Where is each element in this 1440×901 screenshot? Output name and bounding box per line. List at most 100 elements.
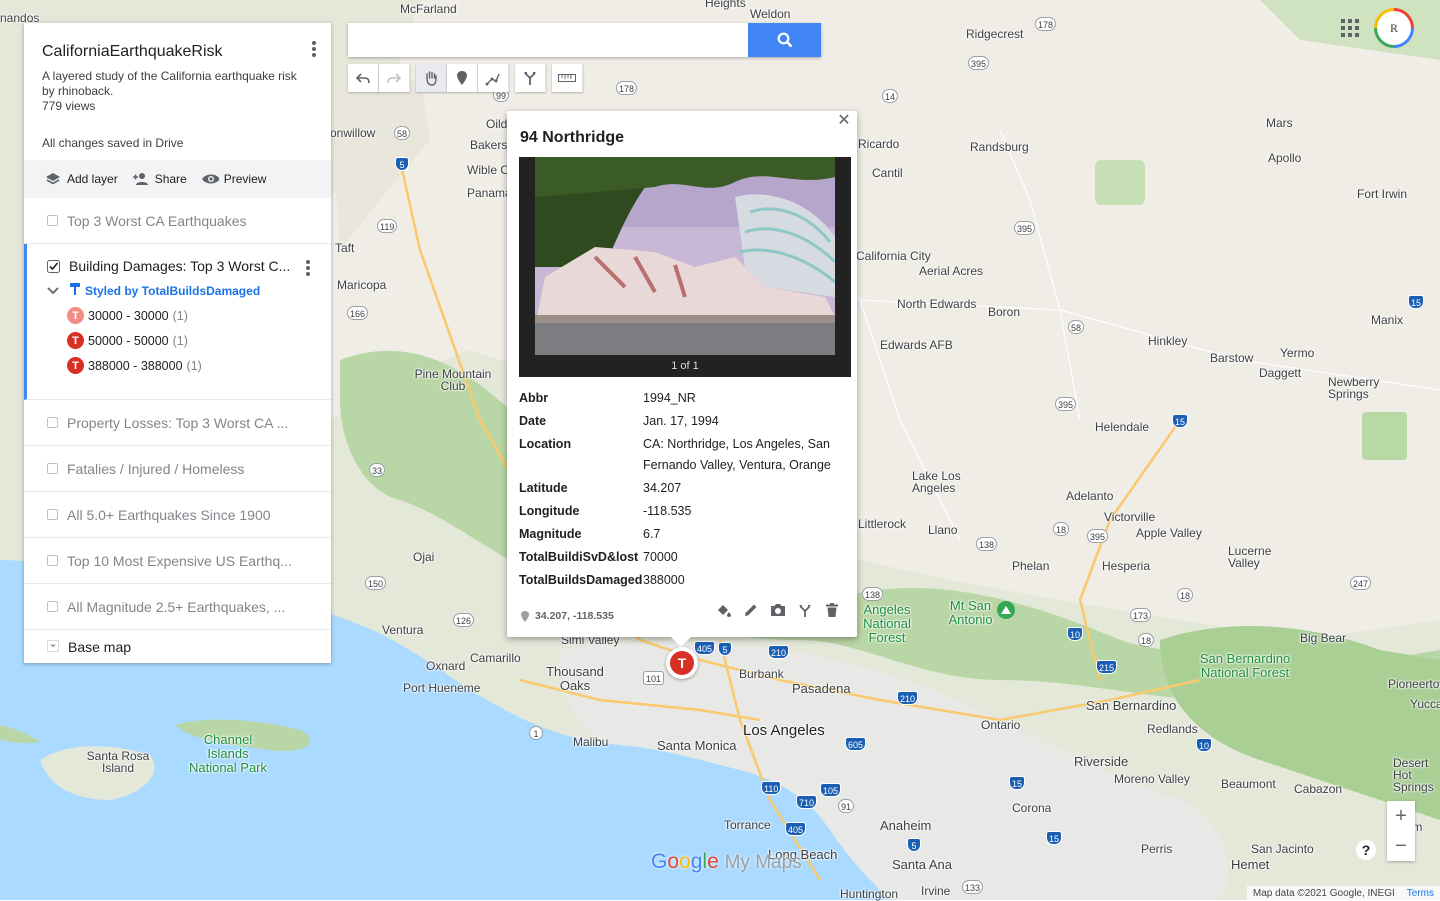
search-input[interactable] <box>356 23 750 57</box>
layer-item[interactable]: Fatalies / Injured / Homeless <box>24 446 331 492</box>
property-value[interactable]: 388000 <box>643 570 849 591</box>
layer-name[interactable]: Building Damages: Top 3 Worst C... <box>69 258 290 274</box>
camera-icon <box>770 604 785 616</box>
map-label-city: Anaheim <box>880 818 932 833</box>
caret-down-icon[interactable] <box>47 639 59 655</box>
map-title[interactable]: CaliforniaEarthquakeRisk <box>42 43 313 61</box>
feature-title[interactable]: 94 Northridge <box>520 129 624 147</box>
layer-name[interactable]: Top 10 Most Expensive US Earthq... <box>67 553 292 569</box>
preview-button[interactable]: Preview <box>201 172 266 186</box>
layer-checkbox-checked[interactable] <box>47 259 60 273</box>
map-label-city: Santa Monica <box>657 738 737 753</box>
property-value[interactable]: CA: Northridge, Los Angeles, San Fernand… <box>643 434 849 476</box>
map-label-city: Redlands <box>1147 722 1198 736</box>
layer-checkbox[interactable] <box>47 555 58 566</box>
layer-checkbox[interactable] <box>47 463 58 474</box>
feature-properties: Abbr 1994_NR Date Jan. 17, 1994 Location CA… <box>519 388 849 593</box>
location-pin-icon <box>521 610 529 622</box>
map-label-city: Apple Valley <box>1136 526 1202 540</box>
map-label-city: Lucerne Valley <box>1228 544 1272 570</box>
delete-button[interactable] <box>818 600 845 620</box>
route-shield: 14 <box>882 89 899 103</box>
measure-button[interactable] <box>552 64 583 92</box>
layers-icon <box>44 172 62 186</box>
zoom-out-button[interactable]: − <box>1387 831 1415 861</box>
layer-name[interactable]: All 5.0+ Earthquakes Since 1900 <box>67 507 271 523</box>
add-layer-button[interactable]: Add layer <box>44 172 118 186</box>
property-value[interactable]: 34.207 <box>643 478 849 499</box>
add-marker-button[interactable] <box>447 64 478 92</box>
layer-checkbox[interactable] <box>47 601 58 612</box>
layer-item[interactable]: All Magnitude 2.5+ Earthquakes, ... <box>24 584 331 630</box>
route-shield: 405 <box>694 641 716 655</box>
add-photo-button[interactable] <box>764 600 791 620</box>
route-shield: 126 <box>453 613 475 627</box>
route-shield: 58 <box>1068 320 1085 334</box>
map-label-city: Victorville <box>1104 510 1156 524</box>
add-person-icon <box>132 172 150 186</box>
terms-link[interactable]: Terms <box>1407 888 1434 899</box>
style-button[interactable] <box>710 600 737 620</box>
legend-item[interactable]: T 30000 - 30000 (1) <box>47 307 331 324</box>
property-value[interactable]: -118.535 <box>643 501 849 522</box>
route-shield: 395 <box>1055 397 1077 411</box>
layer-checkbox[interactable] <box>47 509 58 520</box>
mountain-icon <box>997 601 1015 619</box>
layer-item[interactable]: Property Losses: Top 3 Worst CA ... <box>24 400 331 446</box>
share-button[interactable]: Share <box>132 172 187 186</box>
help-icon[interactable]: ? <box>1356 840 1376 860</box>
layer-style-link[interactable]: Styled by TotalBuildsDamaged <box>47 282 331 299</box>
map-label-city: Taft <box>335 241 355 255</box>
layer-checkbox[interactable] <box>47 417 58 428</box>
close-icon[interactable]: ✕ <box>835 112 853 130</box>
base-map-toggle[interactable]: Base map <box>24 630 331 663</box>
map-label-park: Angeles National Forest <box>863 602 911 645</box>
layer-name[interactable]: Top 3 Worst CA Earthquakes <box>67 213 247 229</box>
search-icon <box>777 32 792 48</box>
account-avatar[interactable]: R <box>1374 8 1414 48</box>
photo-viewer[interactable]: 1 of 1 <box>519 157 851 377</box>
property-value[interactable]: 70000 <box>643 547 849 568</box>
add-layer-label: Add layer <box>67 172 118 186</box>
route-shield: 710 <box>796 795 818 809</box>
edit-button[interactable] <box>737 600 764 620</box>
layer-options-kebab-icon[interactable] <box>305 260 311 278</box>
feature-photo[interactable] <box>535 157 835 355</box>
map-label-city: Phelan <box>1012 559 1050 573</box>
selected-feature-marker[interactable]: T <box>666 647 698 679</box>
search-button[interactable] <box>748 23 821 57</box>
draw-line-button[interactable] <box>478 64 509 92</box>
layer-checkbox[interactable] <box>47 215 58 226</box>
apps-grid-icon[interactable] <box>1341 19 1359 37</box>
map-label-city: Camarillo <box>470 651 521 665</box>
property-value[interactable]: 1994_NR <box>643 388 849 409</box>
route-shield: 395 <box>1014 221 1036 235</box>
map-label-city: Cabazon <box>1294 782 1343 796</box>
redo-button[interactable] <box>379 64 410 92</box>
layer-item[interactable]: Top 3 Worst CA Earthquakes <box>24 198 331 244</box>
map-options-kebab-icon[interactable] <box>309 41 319 59</box>
layer-item[interactable]: Top 10 Most Expensive US Earthq... <box>24 538 331 584</box>
pan-hand-button[interactable] <box>416 64 447 92</box>
route-shield: 58 <box>394 126 411 140</box>
undo-button[interactable] <box>348 64 379 92</box>
chevron-down-icon[interactable] <box>47 284 59 298</box>
layer-name[interactable]: All Magnitude 2.5+ Earthquakes, ... <box>67 599 285 615</box>
property-value[interactable]: 6.7 <box>643 524 849 545</box>
layer-item[interactable]: All 5.0+ Earthquakes Since 1900 <box>24 492 331 538</box>
layer-name[interactable]: Property Losses: Top 3 Worst CA ... <box>67 415 288 431</box>
layer-item-active[interactable]: Building Damages: Top 3 Worst C... Style… <box>24 244 331 400</box>
zoom-in-button[interactable]: + <box>1387 801 1415 831</box>
map-label-city: San Jacinto <box>1251 842 1314 856</box>
route-shield: 15 <box>1408 295 1425 309</box>
property-value[interactable]: Jan. 17, 1994 <box>643 411 849 432</box>
map-label-city: Ojai <box>413 550 435 564</box>
legend-item[interactable]: T 388000 - 388000 (1) <box>47 357 331 374</box>
directions-button[interactable] <box>515 64 546 92</box>
map-label-city: Cantil <box>872 166 903 180</box>
map-description[interactable]: A layered study of the California earthq… <box>42 69 307 99</box>
layer-name[interactable]: Fatalies / Injured / Homeless <box>67 461 244 477</box>
directions-to-button[interactable] <box>791 600 818 620</box>
map-label-city: Santa Rosa Island <box>86 749 150 775</box>
legend-item[interactable]: T 50000 - 50000 (1) <box>47 332 331 349</box>
